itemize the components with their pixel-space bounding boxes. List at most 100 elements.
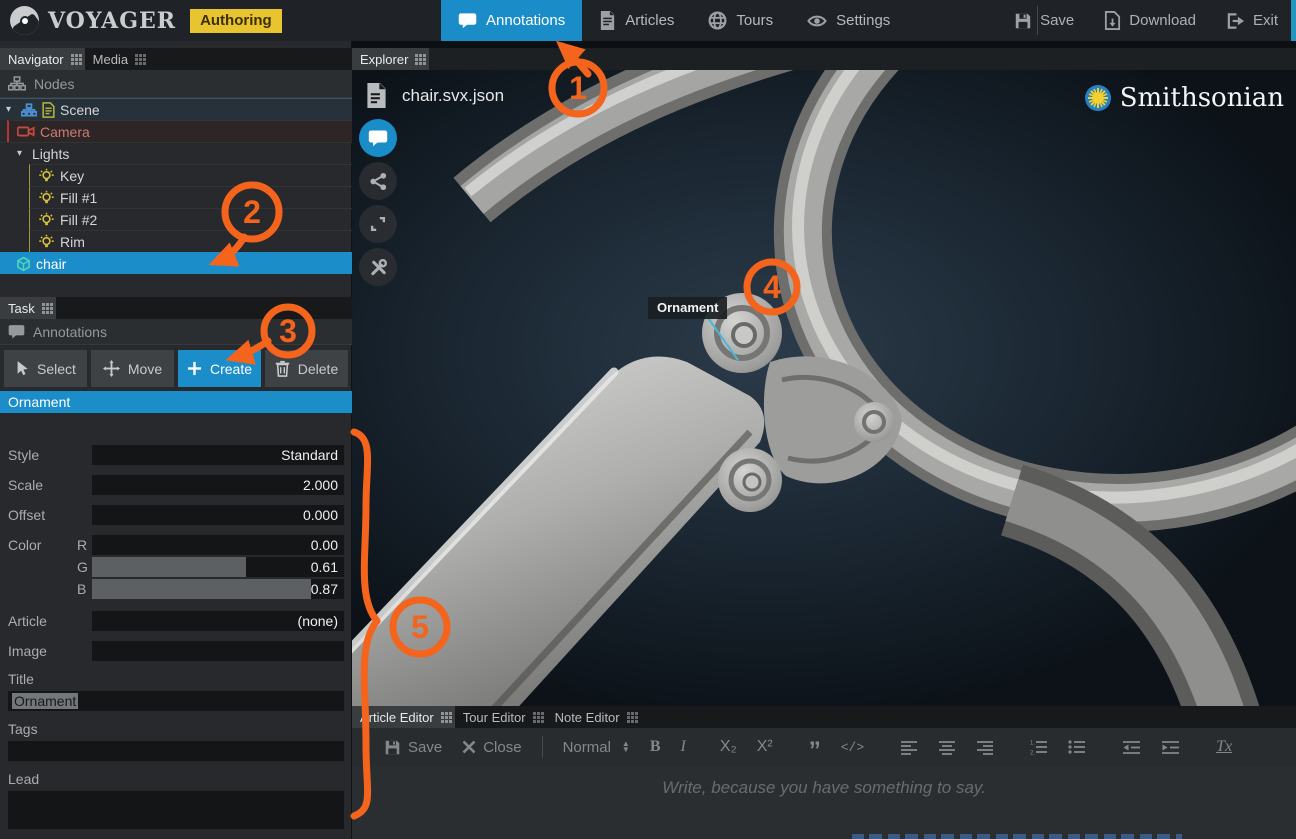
subscript-button[interactable]: X₂ [720,738,737,756]
tab-article-editor[interactable]: Article Editor [352,706,455,728]
color-r-slider[interactable]: 0.00 [92,535,344,555]
light-icon [38,190,55,203]
close-icon [462,740,476,754]
tree-item-fill-1[interactable]: Fill #1 [29,186,352,208]
tags-input[interactable] [8,741,344,761]
tab-label: Tours [736,12,774,29]
tab-tours[interactable]: Tours [691,0,790,41]
superscript-button[interactable]: X² [757,738,773,756]
article-select[interactable]: (none) [92,611,344,631]
tab-annotations[interactable]: Annotations [441,0,583,41]
task-panel: Task Annotations Select Move Create Dele… [0,297,352,413]
create-button[interactable]: Create [178,350,261,387]
title-input[interactable]: Ornament [8,691,344,711]
annotation-marker-ornament[interactable]: Ornament [648,297,728,319]
tree-item-fill-2[interactable]: Fill #2 [29,208,352,230]
lead-textarea[interactable] [8,791,344,829]
align-left-button[interactable] [900,740,918,755]
tree-item-camera[interactable]: Camera [7,120,352,142]
annotation-tool-buttons: Select Move Create Delete [4,350,348,387]
offset-label: Offset [8,507,46,523]
italic-button[interactable]: I [681,738,686,756]
save-button[interactable]: Save [1014,12,1074,30]
voyager-logo-icon [10,6,39,35]
color-row-b: B 0.87 [8,579,344,599]
clear-format-button[interactable]: Tx [1216,738,1232,756]
tab-label: Settings [836,12,891,29]
tree-item-chair[interactable]: chair [0,252,352,274]
drag-grid-icon[interactable] [532,711,536,715]
blockquote-button[interactable]: ” [809,739,821,763]
annotation-list-item-ornament[interactable]: Ornament [0,391,352,413]
editor-close-button[interactable]: Close [462,738,522,756]
tools-button[interactable] [359,248,397,286]
scale-label: Scale [8,477,44,493]
paragraph-style-select[interactable]: Normal ▲ ▼ [563,739,630,756]
editor-content-area[interactable]: Write, because you have something to say… [352,766,1296,839]
drag-grid-icon[interactable] [415,53,419,57]
tree-item-scene[interactable]: ▾ Scene [0,98,352,120]
tab-articles[interactable]: Articles [582,0,691,41]
drag-grid-icon[interactable] [70,53,74,57]
delete-button[interactable]: Delete [265,350,348,387]
drag-grid-icon[interactable] [41,302,45,306]
align-center-button[interactable] [938,740,956,755]
drag-grid-icon[interactable] [626,711,630,715]
tab-media[interactable]: Media [85,48,149,70]
smithsonian-sun-icon [1084,85,1111,111]
indent-button[interactable] [1161,740,1180,755]
color-row-r: Color R 0.00 [8,535,344,555]
button-label: Close [483,738,522,756]
tab-note-editor[interactable]: Note Editor [547,706,641,728]
tree-item-rim[interactable]: Rim [29,230,352,252]
tab-explorer[interactable]: Explorer [352,48,430,70]
annotations-toggle-button[interactable] [359,119,397,157]
3d-viewport[interactable]: chair.svx.json Smithsonian Ornament [352,70,1296,706]
tab-settings[interactable]: Settings [790,0,907,41]
tree-item-lights[interactable]: ▾ Lights [0,142,352,164]
drag-grid-icon[interactable] [440,711,444,715]
image-input[interactable] [92,641,344,661]
color-g-slider[interactable]: 0.61 [92,557,344,577]
tab-label: Articles [625,12,675,29]
align-left-icon [900,740,918,755]
color-b-slider[interactable]: 0.87 [92,579,344,599]
move-button[interactable]: Move [91,350,174,387]
fullscreen-button[interactable] [359,205,397,243]
tree-item-label: Lights [32,145,70,162]
tab-tour-editor[interactable]: Tour Editor [455,706,547,728]
bullet-list-button[interactable] [1068,739,1086,755]
left-panel: Navigator Media Nodes ▾ Scene Camera ▾ L… [0,41,352,839]
tab-label: Article Editor [360,709,434,725]
article-label: Article [8,613,47,629]
style-select[interactable]: Standard [92,445,344,465]
tab-navigator[interactable]: Navigator [0,48,85,70]
share-button[interactable] [359,162,397,200]
ordered-list-button[interactable]: 1. 2. [1030,739,1048,755]
bold-button[interactable]: B [650,738,661,756]
tab-task[interactable]: Task [0,297,56,319]
tree-item-key[interactable]: Key [29,164,352,186]
action-label: Save [1040,12,1075,29]
exit-button[interactable]: Exit [1226,12,1278,30]
node-tree: ▾ Scene Camera ▾ Lights Key Fill #1 Fill… [0,98,352,274]
offset-input[interactable]: 0.000 [92,505,344,525]
channel-b-label: B [77,581,87,597]
editor-save-button[interactable]: Save [384,739,442,756]
tree-item-label: chair [36,255,67,272]
tab-label: Explorer [360,51,409,67]
drag-grid-icon[interactable] [135,53,139,57]
caret-down-icon[interactable]: ▾ [6,104,16,115]
article-document-icon [601,11,615,30]
button-label: Delete [297,360,339,377]
scale-input[interactable]: 2.000 [92,475,344,495]
code-button[interactable]: </> [841,740,864,755]
globe-icon [708,11,727,30]
align-right-button[interactable] [976,740,994,755]
select-button[interactable]: Select [4,350,87,387]
svg-text:1.: 1. [1030,741,1035,747]
caret-down-icon[interactable]: ▾ [17,148,27,159]
download-button[interactable]: Download [1104,11,1196,30]
window-edge-artifact [1291,0,1296,41]
outdent-button[interactable] [1122,740,1141,755]
